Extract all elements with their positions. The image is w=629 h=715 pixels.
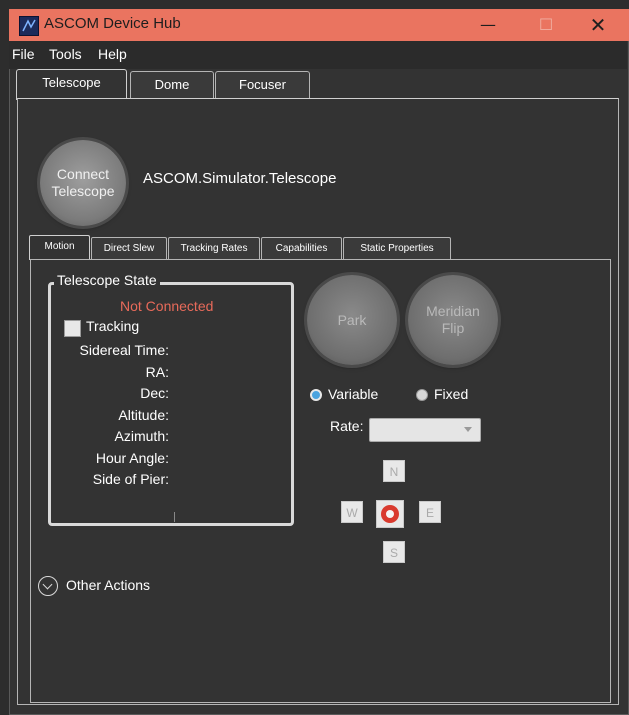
- other-actions-expander[interactable]: Other Actions: [66, 577, 150, 593]
- altitude-label: Altitude:: [118, 407, 169, 423]
- rate-dropdown[interactable]: [369, 418, 481, 442]
- menu-bar: File Tools Help: [9, 41, 627, 69]
- azimuth-label: Azimuth:: [114, 428, 169, 444]
- variable-label: Variable: [328, 386, 379, 402]
- east-button[interactable]: E: [419, 501, 441, 523]
- menu-tools[interactable]: Tools: [49, 46, 82, 62]
- dec-label: Dec:: [140, 385, 169, 401]
- chevron-down-circle-icon[interactable]: [38, 576, 58, 596]
- rate-label: Rate:: [330, 418, 364, 434]
- connect-telescope-button[interactable]: Connect Telescope: [40, 140, 126, 226]
- device-name: ASCOM.Simulator.Telescope: [143, 170, 337, 187]
- menu-help[interactable]: Help: [98, 46, 127, 62]
- device-tabs: Telescope Dome Focuser: [9, 69, 627, 100]
- tab-dome[interactable]: Dome: [130, 71, 214, 98]
- minimize-button[interactable]: —: [465, 9, 511, 41]
- title-bar: ASCOM Device Hub — ☐ ✕: [9, 9, 629, 41]
- tab-telescope[interactable]: Telescope: [16, 69, 127, 100]
- hour-angle-label: Hour Angle:: [95, 450, 169, 466]
- ra-label: RA:: [145, 364, 169, 380]
- state-divider: [174, 512, 175, 522]
- sidereal-time-label: Sidereal Time:: [79, 342, 169, 358]
- variable-radio[interactable]: [310, 389, 322, 401]
- park-button[interactable]: Park: [307, 275, 397, 365]
- tab-focuser[interactable]: Focuser: [215, 71, 310, 98]
- fixed-radio[interactable]: [416, 389, 428, 401]
- subtab-direct-slew[interactable]: Direct Slew: [91, 237, 167, 260]
- tracking-checkbox[interactable]: [64, 320, 81, 337]
- connection-status: Not Connected: [120, 298, 214, 314]
- maximize-button[interactable]: ☐: [523, 9, 569, 41]
- telescope-state-group: [48, 282, 294, 526]
- close-button[interactable]: ✕: [575, 9, 621, 41]
- subtab-capabilities[interactable]: Capabilities: [261, 237, 342, 260]
- side-of-pier-label: Side of Pier:: [92, 471, 169, 487]
- meridian-flip-button[interactable]: Meridian Flip: [408, 275, 498, 365]
- app-icon: [19, 16, 39, 36]
- subtab-static-properties[interactable]: Static Properties: [343, 237, 451, 260]
- park-label: Park: [337, 312, 367, 328]
- tracking-label: Tracking: [86, 318, 140, 334]
- stop-icon: [381, 505, 399, 523]
- subtab-tracking-rates[interactable]: Tracking Rates: [168, 237, 260, 260]
- meridian-flip-label: Meridian Flip: [426, 303, 480, 336]
- menu-file[interactable]: File: [12, 46, 35, 62]
- north-button[interactable]: N: [383, 460, 405, 482]
- chevron-down-icon: [464, 427, 472, 432]
- subtab-motion[interactable]: Motion: [29, 235, 90, 260]
- connect-telescope-label: Connect Telescope: [51, 166, 115, 199]
- telescope-state-title: Telescope State: [54, 272, 160, 288]
- stop-button[interactable]: [376, 500, 404, 528]
- west-button[interactable]: W: [341, 501, 363, 523]
- motion-subtabs: Motion Direct Slew Tracking Rates Capabi…: [20, 235, 620, 260]
- south-button[interactable]: S: [383, 541, 405, 563]
- fixed-label: Fixed: [434, 386, 469, 402]
- window-title: ASCOM Device Hub: [44, 15, 181, 32]
